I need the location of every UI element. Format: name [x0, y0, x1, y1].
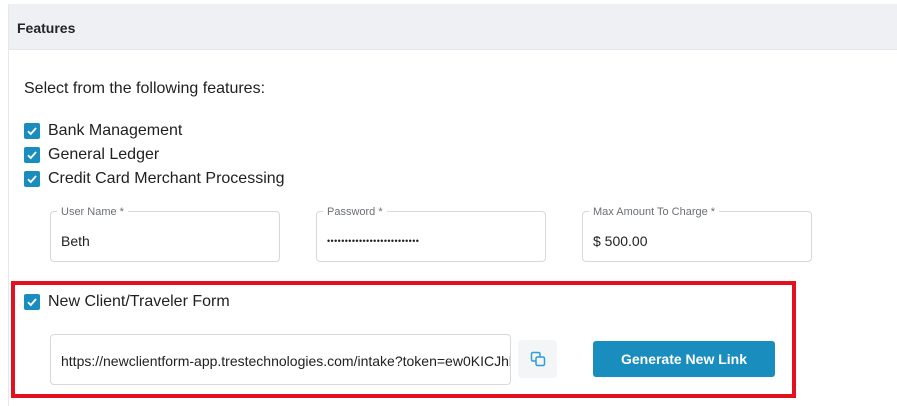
checkmark-icon [27, 127, 37, 136]
panel-title: Features [17, 20, 76, 36]
password-label: Password * [323, 206, 387, 218]
password-field[interactable]: Password * •••••••••••••••••••••••••• [316, 206, 546, 262]
max-amount-field[interactable]: Max Amount To Charge * $ 500.00 [582, 206, 812, 262]
features-intro: Select from the following features: [24, 80, 266, 97]
max-amount-value[interactable]: $ 500.00 [593, 233, 648, 249]
feature-credit-card[interactable]: Credit Card Merchant Processing [24, 170, 285, 188]
checkbox-bank-management[interactable] [24, 123, 40, 139]
feature-label: General Ledger [48, 146, 160, 163]
copy-icon [530, 351, 545, 367]
client-form-label: New Client/Traveler Form [48, 293, 230, 310]
copy-link-button[interactable] [518, 340, 557, 378]
feature-client-form[interactable]: New Client/Traveler Form [24, 293, 230, 311]
feature-general-ledger[interactable]: General Ledger [24, 146, 159, 164]
checkmark-icon [27, 175, 37, 184]
client-form-link[interactable]: https://newclientform-app.trestechnologi… [61, 353, 510, 369]
feature-label: Credit Card Merchant Processing [48, 170, 285, 187]
checkmark-icon [27, 298, 37, 307]
panel-header: Features [9, 4, 897, 50]
checkbox-general-ledger[interactable] [24, 147, 40, 163]
client-form-link-field[interactable]: https://newclientform-app.trestechnologi… [50, 334, 511, 385]
user-name-label: User Name * [57, 206, 128, 218]
checkbox-credit-card[interactable] [24, 171, 40, 187]
checkmark-icon [27, 151, 37, 160]
generate-new-link-button[interactable]: Generate New Link [593, 341, 775, 377]
password-value[interactable]: •••••••••••••••••••••••••• [327, 236, 419, 246]
feature-bank-management[interactable]: Bank Management [24, 122, 182, 140]
user-name-field[interactable]: User Name * Beth [50, 206, 280, 262]
user-name-value[interactable]: Beth [61, 233, 90, 249]
checkbox-client-form[interactable] [24, 294, 40, 310]
feature-label: Bank Management [48, 122, 183, 139]
max-amount-label: Max Amount To Charge * [589, 206, 720, 218]
